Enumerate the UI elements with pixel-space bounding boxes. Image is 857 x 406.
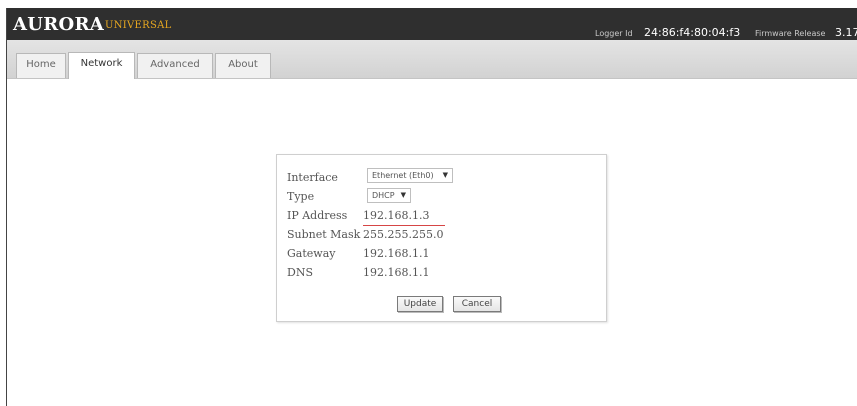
firmware-label: Firmware Release: [755, 29, 826, 38]
dns-label: DNS: [287, 266, 313, 279]
logger-id-value: 24:86:f4:80:04:f3: [644, 26, 741, 39]
tab-about[interactable]: About: [215, 53, 271, 78]
chevron-down-icon: ▼: [442, 171, 448, 179]
gateway-value: 192.168.1.1: [363, 247, 430, 260]
interface-select-value: Ethernet (Eth0): [372, 171, 434, 180]
ip-address-label: IP Address: [287, 209, 348, 222]
interface-select[interactable]: Ethernet (Eth0) ▼: [367, 168, 453, 183]
tab-network[interactable]: Network: [68, 52, 135, 79]
type-label: Type: [287, 190, 315, 203]
cancel-button[interactable]: Cancel: [453, 296, 501, 312]
network-settings-panel: Interface Ethernet (Eth0) ▼ Type DHCP ▼ …: [276, 154, 607, 322]
type-select[interactable]: DHCP ▼: [367, 188, 411, 203]
logger-id-label: Logger Id: [595, 29, 633, 38]
brand-logo: AURORA: [13, 14, 105, 35]
firmware-value: 3.17: [835, 26, 857, 39]
dns-value: 192.168.1.1: [363, 266, 430, 279]
interface-label: Interface: [287, 171, 338, 184]
ip-highlight-underline: [363, 225, 445, 226]
update-button[interactable]: Update: [397, 296, 443, 312]
gateway-label: Gateway: [287, 247, 336, 260]
tab-advanced[interactable]: Advanced: [137, 53, 213, 78]
tab-bar: Home Network Advanced About: [7, 40, 857, 79]
subnet-mask-value: 255.255.255.0: [363, 228, 444, 241]
subnet-mask-label: Subnet Mask: [287, 228, 361, 241]
chevron-down-icon: ▼: [400, 191, 406, 199]
ip-address-value: 192.168.1.3: [363, 209, 430, 222]
tab-home[interactable]: Home: [16, 53, 66, 78]
app-header: AURORA UNIVERSAL Logger Id 24:86:f4:80:0…: [7, 8, 857, 40]
type-select-value: DHCP: [372, 191, 395, 200]
brand-sub-logo: UNIVERSAL: [105, 20, 172, 31]
